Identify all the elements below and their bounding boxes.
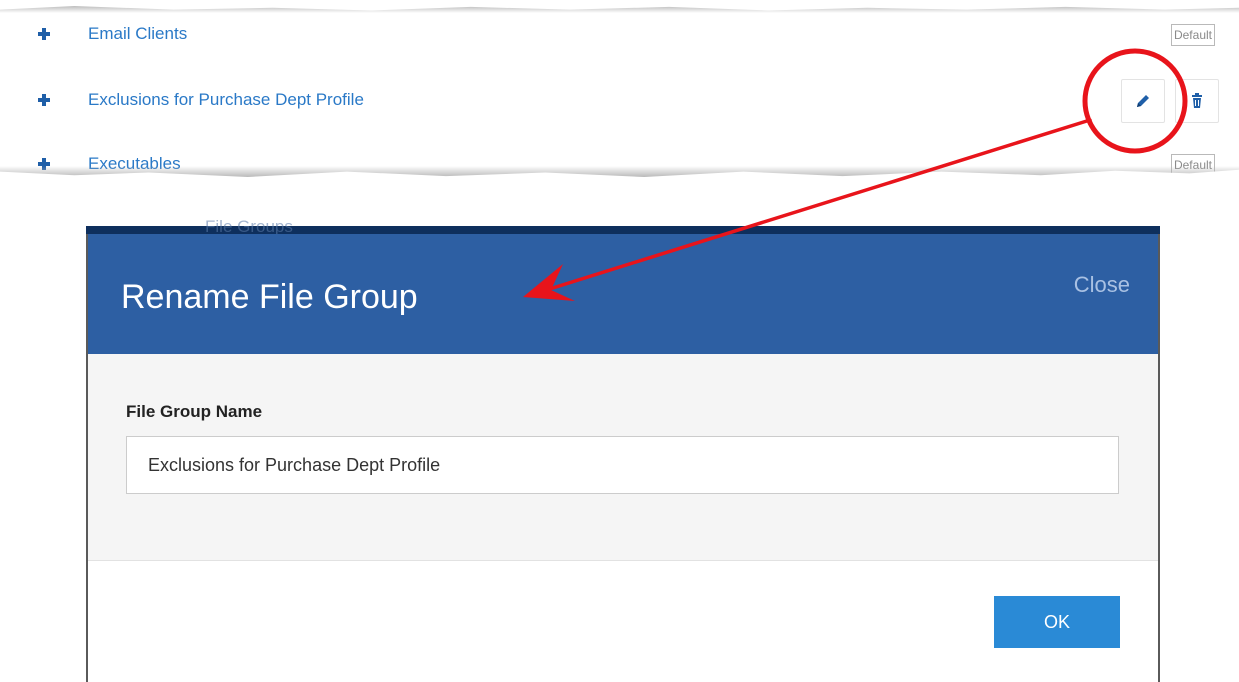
list-item[interactable]: Exclusions for Purchase Dept Profile: [30, 79, 1221, 123]
rename-file-group-dialog: Rename File Group Close File Group Name …: [86, 234, 1160, 682]
list-item[interactable]: Email Clients Default: [30, 22, 1221, 46]
screenshot-canvas: Email Clients Default Exclusions for Pur…: [0, 0, 1239, 682]
dialog-body: File Group Name: [88, 354, 1158, 561]
file-group-list: Email Clients Default Exclusions for Pur…: [0, 6, 1239, 177]
file-group-name-label: File Group Name: [126, 402, 263, 421]
dialog-title: Rename File Group: [121, 278, 418, 316]
plus-icon[interactable]: [38, 28, 50, 40]
file-group-name[interactable]: Exclusions for Purchase Dept Profile: [88, 90, 364, 110]
default-badge: Default: [1170, 24, 1215, 46]
trash-icon: [1192, 93, 1202, 108]
list-item[interactable]: Executables Default: [30, 152, 1221, 176]
delete-button[interactable]: [1175, 79, 1219, 123]
file-group-name-field[interactable]: [126, 436, 1119, 494]
plus-icon[interactable]: [38, 158, 50, 170]
file-group-name[interactable]: Email Clients: [88, 24, 187, 44]
ok-button[interactable]: OK: [994, 596, 1120, 648]
dialog-header: Rename File Group Close: [88, 234, 1158, 354]
pencil-icon: [1137, 95, 1149, 107]
file-group-name[interactable]: Executables: [88, 154, 181, 174]
edit-button[interactable]: [1121, 79, 1165, 123]
default-badge: Default: [1170, 154, 1215, 176]
close-button[interactable]: Close: [1074, 272, 1130, 298]
plus-icon[interactable]: [38, 94, 50, 106]
